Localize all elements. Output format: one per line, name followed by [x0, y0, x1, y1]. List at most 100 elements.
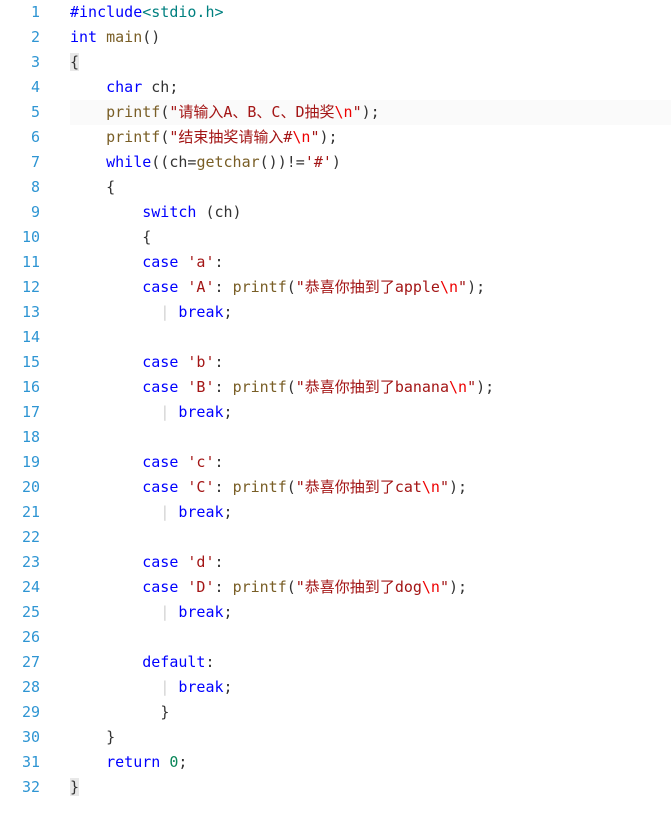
code-token: \n	[292, 128, 310, 146]
line-number: 14	[0, 325, 40, 350]
code-line: case 'B': printf("恭喜你抽到了banana\n");	[70, 375, 671, 400]
code-token: :	[215, 378, 233, 396]
code-token: break	[178, 678, 223, 696]
code-token	[70, 753, 106, 771]
code-token: 'c'	[187, 453, 214, 471]
code-token: return	[106, 753, 160, 771]
code-token: 'b'	[187, 353, 214, 371]
code-line	[70, 325, 671, 350]
code-token: 'a'	[187, 253, 214, 271]
code-token: \n	[335, 103, 353, 121]
code-token: :	[205, 653, 214, 671]
code-line: case 'b':	[70, 350, 671, 375]
line-number: 3	[0, 50, 40, 75]
code-token: "请输入A、B、C、D抽奖	[169, 103, 334, 121]
code-token: |	[160, 503, 178, 521]
line-number: 22	[0, 525, 40, 550]
line-number: 26	[0, 625, 40, 650]
code-token: #	[70, 3, 79, 21]
code-token: 'C'	[187, 478, 214, 496]
code-token	[70, 653, 142, 671]
code-token: printf	[233, 578, 287, 596]
code-token	[70, 353, 142, 371]
line-number: 23	[0, 550, 40, 575]
code-token	[70, 603, 160, 621]
line-number: 12	[0, 275, 40, 300]
code-token: case	[142, 478, 178, 496]
code-token: int	[70, 28, 97, 46]
code-token: |	[160, 403, 178, 421]
code-token: case	[142, 453, 178, 471]
line-number: 18	[0, 425, 40, 450]
code-token: (	[287, 578, 296, 596]
code-line: | break;	[70, 400, 671, 425]
code-token: printf	[233, 478, 287, 496]
code-token: "	[353, 103, 362, 121]
code-token: "	[310, 128, 319, 146]
code-token	[70, 303, 160, 321]
code-line: | break;	[70, 500, 671, 525]
code-token: while	[106, 153, 151, 171]
code-line: }	[70, 700, 671, 725]
code-token: main	[106, 28, 142, 46]
code-line: {	[70, 50, 671, 75]
line-number: 16	[0, 375, 40, 400]
code-token: char	[106, 78, 142, 96]
code-token: case	[142, 253, 178, 271]
code-line: case 'd':	[70, 550, 671, 575]
code-token: ;	[224, 603, 233, 621]
code-token	[160, 753, 169, 771]
line-number: 13	[0, 300, 40, 325]
code-token: :	[215, 478, 233, 496]
code-token: case	[142, 378, 178, 396]
code-line: case 'D': printf("恭喜你抽到了dog\n");	[70, 575, 671, 600]
code-token: "结束抽奖请输入#	[169, 128, 292, 146]
code-token: :	[215, 553, 224, 571]
code-token: :	[215, 353, 224, 371]
line-number: 8	[0, 175, 40, 200]
code-line: switch (ch)	[70, 200, 671, 225]
code-token	[70, 103, 106, 121]
code-token: (	[287, 278, 296, 296]
code-token: (	[287, 478, 296, 496]
code-token: :	[215, 253, 224, 271]
code-token: )	[332, 153, 341, 171]
code-line: }	[70, 725, 671, 750]
line-number: 15	[0, 350, 40, 375]
code-line: case 'C': printf("恭喜你抽到了cat\n");	[70, 475, 671, 500]
code-token: printf	[106, 103, 160, 121]
code-line: case 'A': printf("恭喜你抽到了apple\n");	[70, 275, 671, 300]
code-token: "	[440, 478, 449, 496]
code-token	[70, 378, 142, 396]
code-token: ;	[224, 678, 233, 696]
code-token	[70, 703, 160, 721]
code-token	[70, 578, 142, 596]
code-token: case	[142, 553, 178, 571]
code-token	[70, 78, 106, 96]
code-token: );	[362, 103, 380, 121]
code-line	[70, 525, 671, 550]
code-token	[70, 403, 160, 421]
code-line: int main()	[70, 25, 671, 50]
code-token: case	[142, 578, 178, 596]
code-token: case	[142, 278, 178, 296]
code-line: }	[70, 775, 671, 800]
code-token: (	[287, 378, 296, 396]
code-token: "恭喜你抽到了dog	[296, 578, 422, 596]
code-token	[70, 503, 160, 521]
code-token: default	[142, 653, 205, 671]
code-token: 'd'	[187, 553, 214, 571]
code-token: \n	[422, 578, 440, 596]
line-number: 32	[0, 775, 40, 800]
code-token: break	[178, 303, 223, 321]
code-token: :	[215, 278, 233, 296]
code-token: |	[160, 303, 178, 321]
code-token: \n	[422, 478, 440, 496]
code-token: ;	[178, 753, 187, 771]
code-token	[70, 278, 142, 296]
code-token: break	[178, 503, 223, 521]
code-token: :	[215, 578, 233, 596]
line-number: 10	[0, 225, 40, 250]
code-token	[70, 478, 142, 496]
code-line: #include<stdio.h>	[70, 0, 671, 25]
